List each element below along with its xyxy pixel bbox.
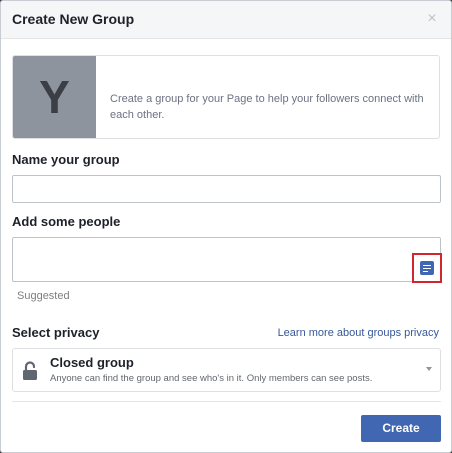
add-people-field[interactable] [12,237,441,282]
group-name-input[interactable] [13,176,440,202]
privacy-option-title: Closed group [50,355,134,370]
avatar-letter: Y [39,71,70,123]
dialog-header: Create New Group × [1,1,451,39]
group-intro-box: Y Create a group for your Page to help y… [12,55,440,139]
create-button[interactable]: Create [361,415,441,442]
add-people-label: Add some people [12,214,121,229]
message-note-icon [420,261,434,275]
lock-icon [23,361,37,380]
create-group-dialog: Create New Group × Y Create a group for … [0,0,452,453]
add-people-input[interactable] [13,238,440,281]
suggested-label: Suggested [17,290,70,302]
privacy-option-description: Anyone can find the group and see who's … [50,373,373,384]
privacy-select[interactable]: Closed group Anyone can find the group a… [12,348,441,392]
learn-more-privacy-link[interactable]: Learn more about groups privacy [278,327,439,339]
chevron-down-icon [426,367,432,371]
name-group-label: Name your group [12,152,120,167]
intro-text: Create a group for your Page to help you… [110,93,424,121]
group-avatar: Y [13,56,96,138]
footer-divider [12,401,441,402]
group-name-field[interactable] [12,175,441,203]
message-note-button[interactable] [412,253,442,283]
dialog-title: Create New Group [12,11,135,27]
close-icon[interactable]: × [424,11,440,27]
privacy-label: Select privacy [12,325,100,340]
